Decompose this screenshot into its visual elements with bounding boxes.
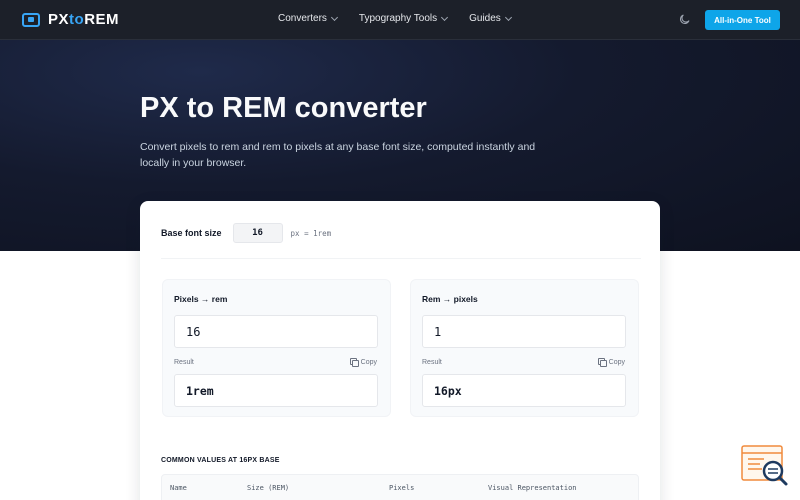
px-to-rem-panel: Pixels → rem 16 Result Copy 1rem [162,279,391,417]
result-label: Result [174,359,194,366]
base-font-label: Base font size [161,228,222,238]
page-subtitle: Convert pixels to rem and rem to pixels … [140,141,536,169]
main-menu: Converters Typography Tools Guides [278,13,533,24]
rem-to-px-title: Rem → pixels [422,294,478,304]
column-pixels: Pixels [389,484,415,492]
base-font-row: Base font size 16 px = 1rem [161,223,331,243]
moon-icon[interactable] [678,13,691,26]
copy-rem-button[interactable]: Copy [349,358,377,367]
all-in-one-tool-button[interactable]: All-in-One Tool [705,10,780,30]
chevron-down-icon [504,13,512,21]
rem-result: 1rem [174,374,378,407]
logo-text: PXtoREM [48,11,120,28]
rem-to-px-panel: Rem → pixels 1 Result Copy 16px [410,279,639,417]
copy-icon [349,358,359,367]
menu-guides[interactable]: Guides [469,13,512,24]
result-label: Result [422,359,442,366]
chevron-down-icon [441,13,449,21]
base-font-input[interactable]: 16 [232,223,283,243]
column-name: Name [170,484,187,492]
column-size: Size (REM) [247,484,290,492]
top-nav: PXtoREM Converters Typography Tools Guid… [0,0,800,40]
base-font-unit: px = 1rem [290,228,332,238]
copy-icon [597,358,607,367]
logo[interactable]: PXtoREM [22,11,119,28]
logo-icon [22,12,40,27]
px-to-rem-title: Pixels → rem [174,294,228,304]
common-values-title: COMMON VALUES AT 16PX BASE [161,457,280,464]
chevron-down-icon [330,13,338,21]
converter-card: Base font size 16 px = 1rem Pixels → rem… [140,201,660,500]
page-title: PX to REM converter [140,92,427,124]
copy-px-button[interactable]: Copy [597,358,625,367]
menu-typography-tools[interactable]: Typography Tools [359,13,449,24]
px-input[interactable]: 16 [174,315,378,348]
rem-input[interactable]: 1 [422,315,626,348]
column-visual: Visual Representation [488,484,577,492]
menu-converters[interactable]: Converters [278,13,338,24]
search-docs-icon[interactable] [740,445,790,487]
px-result: 16px [422,374,626,407]
divider [161,258,641,259]
table-header: Name Size (REM) Pixels Visual Representa… [161,474,639,500]
